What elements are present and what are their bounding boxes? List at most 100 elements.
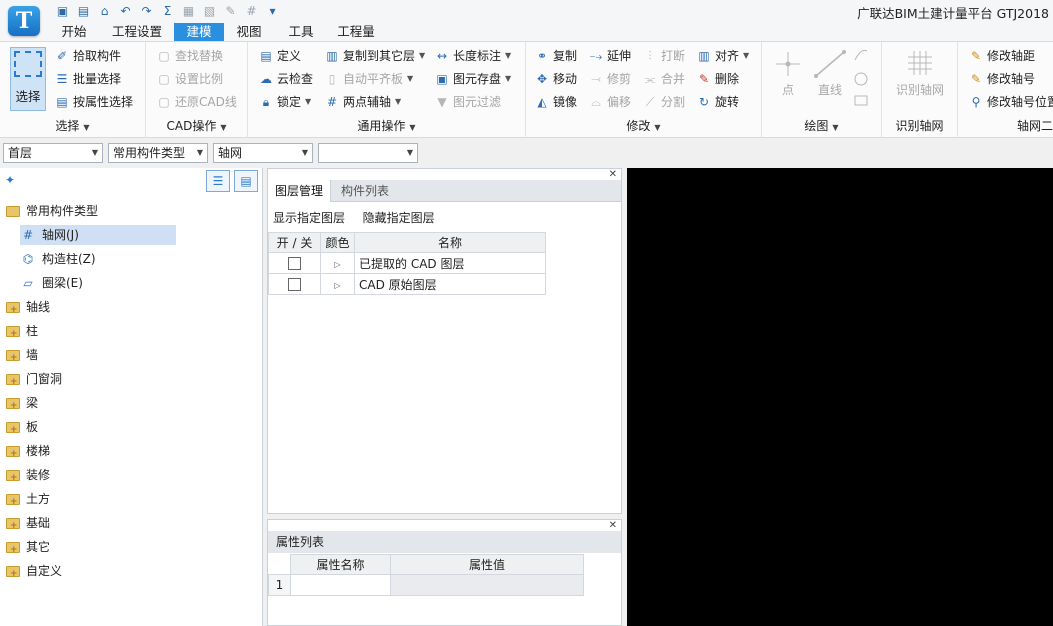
trim-button[interactable]: ⤙ 修剪	[588, 69, 631, 89]
extend-button[interactable]: ⤍ 延伸	[588, 46, 631, 66]
batch-select-button[interactable]: ☰ 批量选择	[54, 69, 121, 89]
cloud-check-button[interactable]: ☁ 云检查	[258, 69, 313, 89]
auto-align-slab-button[interactable]: ▯ 自动平齐板 ▼	[324, 69, 413, 89]
properties-panel-title: 属性列表	[268, 531, 621, 553]
delete-button[interactable]: ✎ 删除	[696, 69, 739, 89]
tree-item-wall[interactable]: + 墙	[6, 345, 38, 365]
list-view-button[interactable]: ☰	[206, 170, 230, 192]
tree-item-earthwork[interactable]: + 土方	[6, 489, 50, 509]
select-group-label[interactable]: 选择 ▼	[0, 117, 145, 134]
tree-item-axis-line[interactable]: + 轴线	[6, 297, 50, 317]
tree-item-beam[interactable]: + 梁	[6, 393, 38, 413]
extra-select[interactable]: ▼	[318, 143, 418, 163]
tree-item-ring-beam[interactable]: ▱ 圈梁(E)	[20, 273, 83, 293]
close-icon[interactable]: ✕	[609, 520, 617, 531]
merge-button[interactable]: ⫘ 合并	[642, 69, 685, 89]
pick-component-button[interactable]: ✐ 拾取构件	[54, 46, 121, 66]
undo-icon[interactable]: ↶	[117, 3, 134, 19]
length-dimension-button[interactable]: ↔ 长度标注 ▼	[434, 46, 511, 66]
tab-layer-management[interactable]: 图层管理	[268, 180, 332, 202]
restore-cad-button[interactable]: ▢ 还原CAD线	[156, 92, 237, 112]
set-scale-button[interactable]: ▢ 设置比例	[156, 69, 223, 89]
detail-view-button[interactable]: ▤	[234, 170, 258, 192]
arc-icon[interactable]	[852, 46, 870, 110]
calc-icon[interactable]: ▦	[180, 3, 197, 19]
draw-group-label[interactable]: 绘图 ▼	[762, 117, 881, 134]
element-filter-button[interactable]: ▼ 图元过滤	[434, 92, 501, 112]
hide-layers-link[interactable]: 隐藏指定图层	[363, 211, 435, 225]
tab-quantities[interactable]: 工程量	[330, 23, 382, 41]
identify-axis-button[interactable]: 识别轴网	[886, 48, 954, 98]
tree-root[interactable]: 常用构件类型	[6, 201, 98, 221]
save-element-button[interactable]: ▣ 图元存盘 ▼	[434, 69, 511, 89]
tree-item-custom[interactable]: + 自定义	[6, 561, 62, 581]
tab-start[interactable]: 开始	[52, 23, 96, 41]
tab-component-list[interactable]: 构件列表	[334, 180, 396, 202]
rotate-button[interactable]: ↻ 旋转	[696, 92, 739, 112]
show-layers-link[interactable]: 显示指定图层	[273, 211, 345, 225]
layer-toggle-checkbox[interactable]	[288, 278, 301, 291]
copy-button[interactable]: ⚭ 复制	[534, 46, 577, 66]
tab-project-settings[interactable]: 工程设置	[106, 23, 168, 41]
line-icon	[814, 50, 846, 78]
tree-item-slab[interactable]: + 板	[6, 417, 38, 437]
define-button[interactable]: ▤ 定义	[258, 46, 301, 66]
component-select[interactable]: 轴网 ▼	[213, 143, 313, 163]
open-folder-icon[interactable]: ⌂	[96, 3, 113, 19]
dimension-icon: ↔	[436, 49, 448, 63]
identify-axis-group: 识别轴网 识别轴网	[882, 42, 958, 138]
close-icon[interactable]: ✕	[609, 169, 617, 180]
redo-icon[interactable]: ↷	[138, 3, 155, 19]
tree-item-stairs[interactable]: + 楼梯	[6, 441, 50, 461]
tree-item-decoration[interactable]: + 装修	[6, 465, 50, 485]
split-button[interactable]: ⟋ 分割	[642, 92, 685, 112]
sparkle-icon[interactable]: ✦	[5, 173, 15, 187]
modify-axis-number-button[interactable]: ✎ 修改轴号	[968, 69, 1035, 89]
align-button[interactable]: ▥ 对齐 ▼	[696, 46, 749, 66]
app-logo[interactable]: T	[8, 6, 40, 36]
more-icon[interactable]: ▾	[264, 3, 281, 19]
mirror-button[interactable]: ◭ 镜像	[534, 92, 577, 112]
column-header-property-value: 属性值	[390, 554, 584, 575]
point-button[interactable]: 点	[772, 48, 804, 98]
grid-icon[interactable]: #	[243, 3, 260, 19]
property-name-cell[interactable]	[290, 574, 391, 596]
tree-item-other[interactable]: + 其它	[6, 537, 50, 557]
offset-button[interactable]: ⌓ 偏移	[588, 92, 631, 112]
floor-select[interactable]: 首层 ▼	[3, 143, 103, 163]
tree-item-column[interactable]: + 柱	[6, 321, 38, 341]
property-value-cell[interactable]	[390, 574, 584, 596]
line-button[interactable]: 直线	[812, 48, 848, 98]
tab-tools[interactable]: 工具	[280, 23, 322, 41]
two-point-axis-button[interactable]: # 两点辅轴 ▼	[324, 92, 401, 112]
select-button[interactable]: 选择	[10, 47, 46, 111]
report-icon[interactable]: ▧	[201, 3, 218, 19]
drawing-canvas[interactable]	[627, 168, 1053, 626]
expand-icon[interactable]: ▷	[334, 260, 340, 269]
modify-axis-distance-button[interactable]: ✎ 修改轴距	[968, 46, 1035, 66]
common-group-label[interactable]: 通用操作 ▼	[248, 117, 525, 134]
settings-icon[interactable]: ✎	[222, 3, 239, 19]
tree-item-door-window[interactable]: + 门窗洞	[6, 369, 62, 389]
new-file-icon[interactable]: ▤	[75, 3, 92, 19]
move-button[interactable]: ✥ 移动	[534, 69, 577, 89]
find-replace-button[interactable]: ▢ 查找替换	[156, 46, 223, 66]
copy-to-floor-button[interactable]: ▥ 复制到其它层 ▼	[324, 46, 425, 66]
layer-toggle-checkbox[interactable]	[288, 257, 301, 270]
save-icon[interactable]: ▣	[54, 3, 71, 19]
modify-group-label[interactable]: 修改 ▼	[526, 117, 761, 134]
modify-axis-number-position-button[interactable]: ⚲ 修改轴号位置	[968, 92, 1053, 112]
tree-item-foundation[interactable]: + 基础	[6, 513, 50, 533]
folder-plus-icon: +	[6, 349, 20, 363]
tab-modeling[interactable]: 建模	[174, 23, 224, 41]
cad-group-label[interactable]: CAD操作 ▼	[146, 117, 247, 134]
select-by-attribute-button[interactable]: ▤ 按属性选择	[54, 92, 133, 112]
sum-icon[interactable]: Σ	[159, 3, 176, 19]
tree-item-axis-grid[interactable]: # 轴网(J)	[20, 225, 176, 245]
break-button[interactable]: ⫶ 打断	[642, 46, 685, 66]
component-type-select[interactable]: 常用构件类型 ▼	[108, 143, 208, 163]
expand-icon[interactable]: ▷	[334, 281, 340, 290]
tree-item-constructional-column[interactable]: ⌬ 构造柱(Z)	[20, 249, 96, 269]
lock-button[interactable]: 🔒︎ 锁定 ▼	[258, 92, 311, 112]
tab-view[interactable]: 视图	[228, 23, 270, 41]
